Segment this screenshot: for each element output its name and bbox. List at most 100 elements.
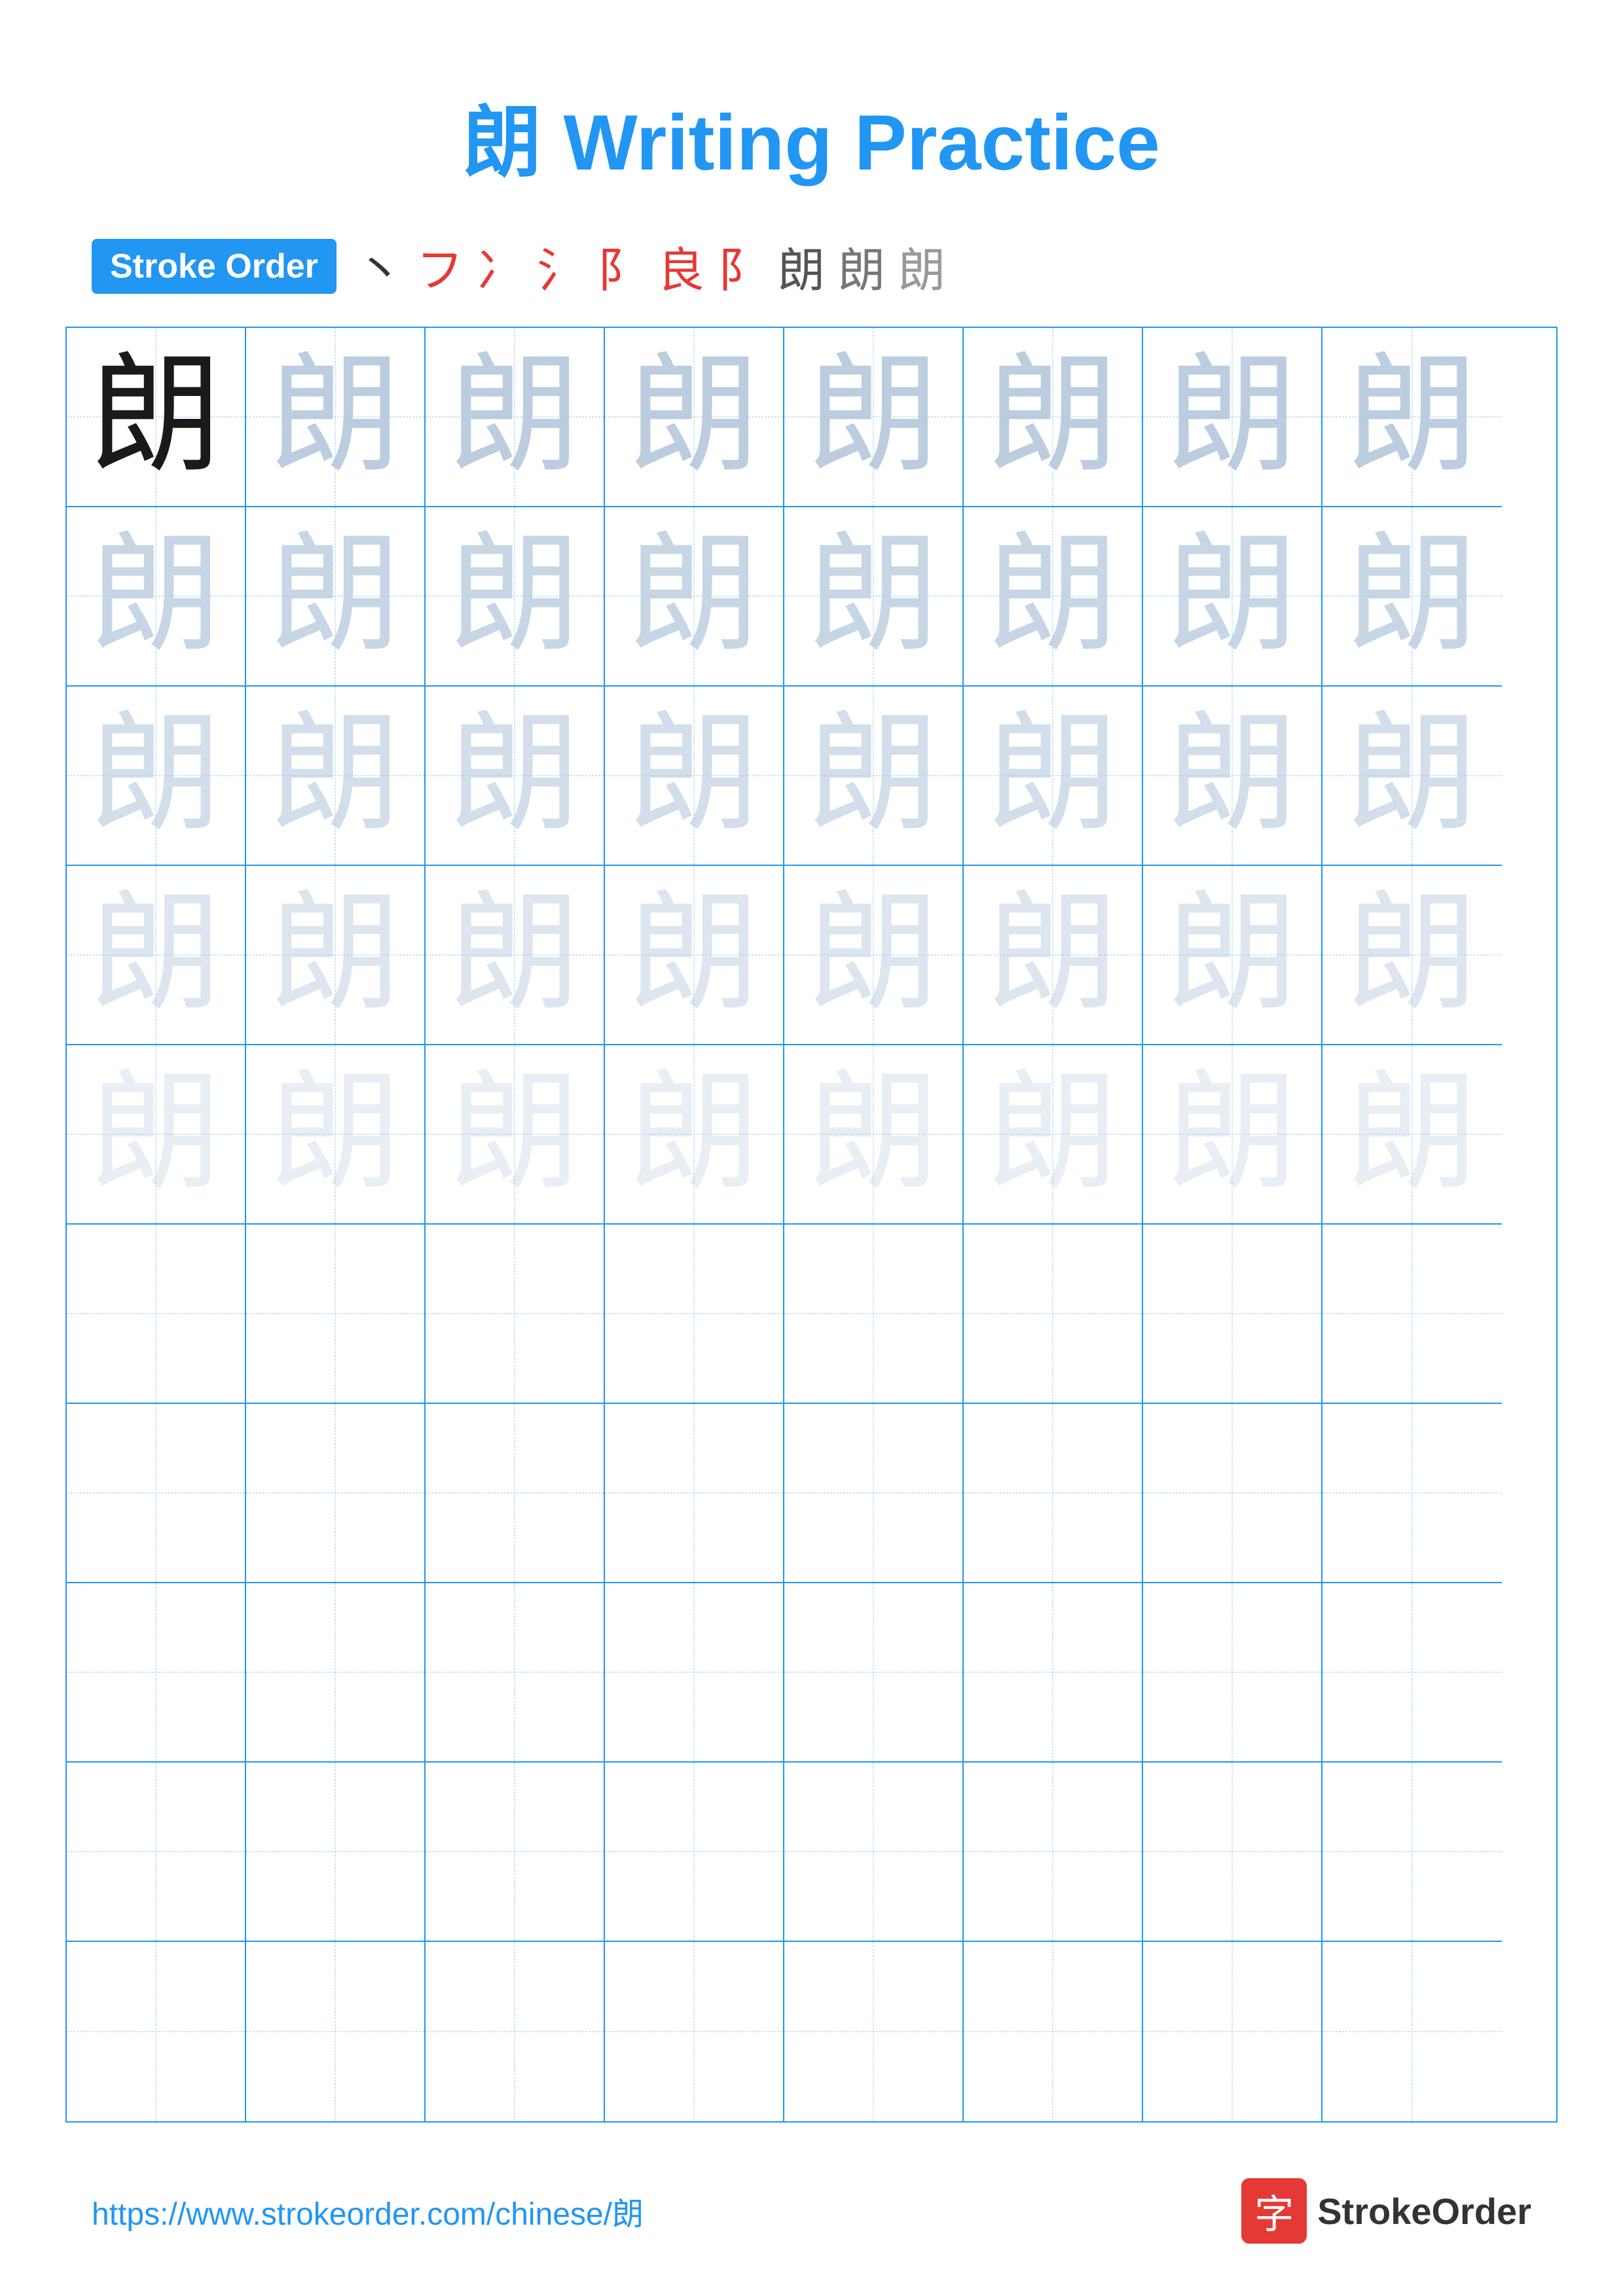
grid-cell[interactable]: 朗 [426, 507, 605, 687]
grid-cell[interactable]: 朗 [246, 866, 426, 1045]
grid-cell[interactable] [1143, 1942, 1322, 2121]
grid-cell[interactable]: 朗 [67, 328, 246, 507]
practice-char: 朗 [808, 351, 939, 482]
grid-cell[interactable] [246, 1942, 426, 2121]
grid-cell[interactable] [1143, 1763, 1322, 1942]
grid-cell[interactable] [964, 1763, 1143, 1942]
grid-row-1: 朗 朗 朗 朗 朗 朗 朗 朗 [67, 328, 1556, 507]
stroke-3: 冫 [477, 232, 524, 300]
grid-cell[interactable]: 朗 [964, 507, 1143, 687]
practice-char: 朗 [808, 1069, 939, 1200]
grid-cell[interactable]: 朗 [784, 1045, 964, 1225]
grid-row-3: 朗 朗 朗 朗 朗 朗 朗 朗 [67, 687, 1556, 866]
grid-cell[interactable] [605, 1583, 784, 1763]
practice-char: 朗 [1167, 351, 1298, 482]
grid-cell[interactable] [246, 1763, 426, 1942]
practice-char: 朗 [1347, 1069, 1478, 1200]
grid-cell[interactable]: 朗 [246, 328, 426, 507]
grid-cell[interactable]: 朗 [964, 328, 1143, 507]
grid-cell[interactable] [605, 1942, 784, 2121]
grid-cell[interactable] [426, 1942, 605, 2121]
grid-cell[interactable]: 朗 [964, 866, 1143, 1045]
grid-cell[interactable]: 朗 [1322, 507, 1502, 687]
practice-char: 朗 [270, 710, 401, 841]
grid-cell[interactable] [784, 1404, 964, 1583]
grid-cell[interactable] [67, 1404, 246, 1583]
grid-cell[interactable]: 朗 [605, 507, 784, 687]
grid-cell[interactable]: 朗 [246, 687, 426, 866]
grid-cell[interactable] [1322, 1404, 1502, 1583]
grid-cell[interactable] [1143, 1583, 1322, 1763]
grid-cell[interactable]: 朗 [67, 1045, 246, 1225]
grid-cell[interactable] [426, 1404, 605, 1583]
grid-cell[interactable]: 朗 [1143, 328, 1322, 507]
grid-cell[interactable]: 朗 [784, 328, 964, 507]
grid-cell[interactable]: 朗 [605, 328, 784, 507]
practice-char: 朗 [1167, 710, 1298, 841]
grid-cell[interactable]: 朗 [246, 507, 426, 687]
grid-cell[interactable] [964, 1583, 1143, 1763]
grid-cell[interactable] [1322, 1942, 1502, 2121]
grid-cell[interactable]: 朗 [1322, 1045, 1502, 1225]
grid-cell[interactable]: 朗 [67, 507, 246, 687]
grid-cell[interactable]: 朗 [784, 507, 964, 687]
grid-cell[interactable] [67, 1942, 246, 2121]
grid-cell[interactable] [964, 1225, 1143, 1404]
grid-cell[interactable]: 朗 [1143, 507, 1322, 687]
grid-cell[interactable]: 朗 [1143, 1045, 1322, 1225]
grid-cell[interactable] [605, 1763, 784, 1942]
grid-cell[interactable] [964, 1942, 1143, 2121]
grid-cell[interactable] [1143, 1225, 1322, 1404]
grid-cell[interactable]: 朗 [1143, 866, 1322, 1045]
grid-cell[interactable]: 朗 [784, 687, 964, 866]
grid-cell[interactable] [605, 1404, 784, 1583]
grid-cell[interactable] [426, 1763, 605, 1942]
grid-row-10 [67, 1942, 1556, 2121]
grid-cell[interactable] [784, 1942, 964, 2121]
grid-cell[interactable] [1322, 1225, 1502, 1404]
grid-cell[interactable] [426, 1583, 605, 1763]
grid-cell[interactable]: 朗 [964, 687, 1143, 866]
practice-char: 朗 [270, 889, 401, 1020]
grid-cell[interactable] [246, 1225, 426, 1404]
grid-cell[interactable] [246, 1583, 426, 1763]
grid-cell[interactable] [1322, 1583, 1502, 1763]
grid-cell[interactable] [67, 1763, 246, 1942]
grid-cell[interactable]: 朗 [67, 866, 246, 1045]
grid-cell[interactable]: 朗 [964, 1045, 1143, 1225]
footer-url[interactable]: https://www.strokeorder.com/chinese/朗 [92, 2188, 644, 2234]
practice-char: 朗 [1347, 710, 1478, 841]
grid-cell[interactable]: 朗 [426, 1045, 605, 1225]
grid-cell[interactable] [1322, 1763, 1502, 1942]
grid-cell[interactable] [67, 1583, 246, 1763]
grid-cell[interactable]: 朗 [605, 866, 784, 1045]
practice-char: 朗 [987, 1069, 1118, 1200]
grid-cell[interactable]: 朗 [67, 687, 246, 866]
grid-cell[interactable] [67, 1225, 246, 1404]
grid-cell[interactable] [784, 1583, 964, 1763]
grid-cell[interactable]: 朗 [1322, 866, 1502, 1045]
strokeorder-icon: 字 [1241, 2178, 1307, 2244]
grid-cell[interactable] [426, 1225, 605, 1404]
practice-char: 朗 [90, 889, 221, 1020]
grid-cell[interactable] [605, 1225, 784, 1404]
grid-cell[interactable]: 朗 [1143, 687, 1322, 866]
stroke-2: フ [416, 232, 464, 300]
grid-cell[interactable] [784, 1225, 964, 1404]
practice-char: 朗 [808, 531, 939, 662]
grid-cell[interactable]: 朗 [1322, 328, 1502, 507]
practice-char: 朗 [90, 1069, 221, 1200]
grid-cell[interactable]: 朗 [605, 1045, 784, 1225]
grid-cell[interactable]: 朗 [1322, 687, 1502, 866]
grid-cell[interactable]: 朗 [605, 687, 784, 866]
grid-cell[interactable] [246, 1404, 426, 1583]
grid-cell[interactable]: 朗 [426, 687, 605, 866]
grid-cell[interactable]: 朗 [426, 328, 605, 507]
grid-cell[interactable] [784, 1763, 964, 1942]
stroke-order-section: Stroke Order 丶 フ 冫 氵 阝 良 阝 朗 朗 朗 [0, 232, 1623, 300]
grid-cell[interactable] [964, 1404, 1143, 1583]
grid-cell[interactable]: 朗 [246, 1045, 426, 1225]
grid-cell[interactable]: 朗 [784, 866, 964, 1045]
grid-cell[interactable] [1143, 1404, 1322, 1583]
grid-cell[interactable]: 朗 [426, 866, 605, 1045]
